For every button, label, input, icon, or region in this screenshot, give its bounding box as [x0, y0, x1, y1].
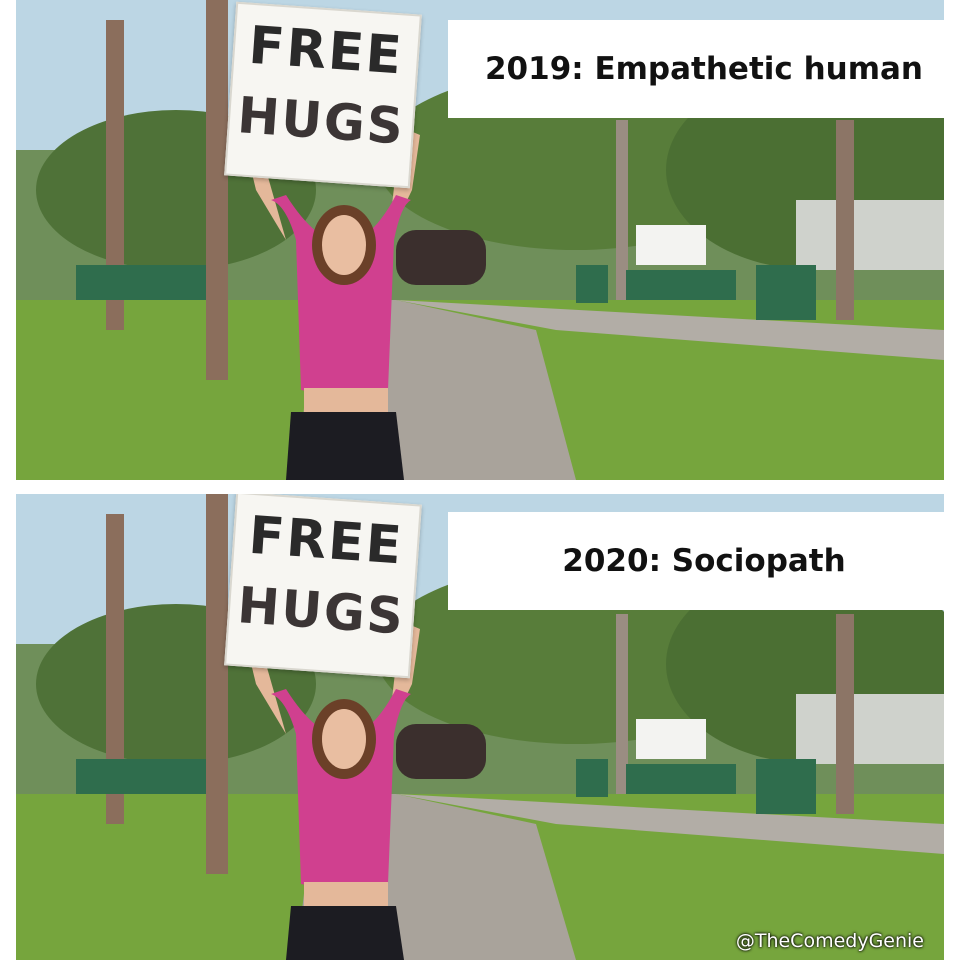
- free-hugs-sign: FREE HUGS: [224, 1, 422, 189]
- free-hugs-sign: FREE HUGS: [224, 494, 422, 679]
- watermark-credit: @TheComedyGenie: [735, 930, 924, 952]
- sign-line-2: HUGS: [235, 576, 407, 646]
- sign-line-2: HUGS: [235, 86, 407, 156]
- meme-panel-2019: FREE HUGS 2019: Empathetic human: [16, 0, 944, 480]
- caption-2020: 2020: Sociopath: [448, 512, 944, 610]
- sign-line-1: FREE: [246, 15, 406, 87]
- sign-line-1: FREE: [246, 505, 406, 577]
- meme-panel-2020: FREE HUGS 2020: Sociopath @TheComedyGeni…: [16, 494, 944, 960]
- caption-2019: 2019: Empathetic human: [448, 20, 944, 118]
